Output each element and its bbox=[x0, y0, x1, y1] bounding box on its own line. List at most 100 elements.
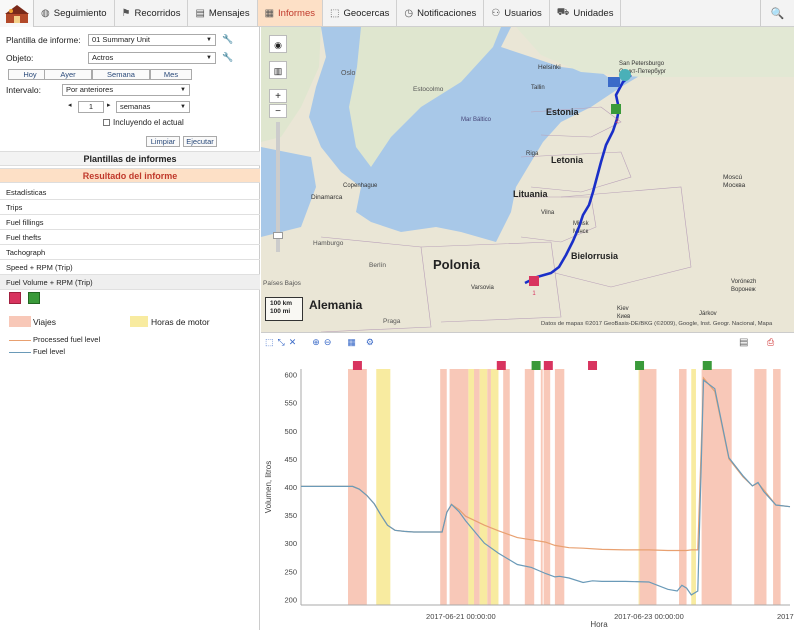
map-label: Estonia bbox=[546, 107, 580, 117]
object-settings-icon[interactable]: 🔧 bbox=[222, 52, 233, 63]
red-marker-icon[interactable] bbox=[9, 292, 21, 304]
chevron-down-icon: ▼ bbox=[180, 104, 186, 110]
map-label: Riga bbox=[526, 151, 539, 157]
map-label: Москва bbox=[723, 182, 746, 189]
route-start-marker[interactable] bbox=[529, 276, 539, 286]
map-label: Berlín bbox=[369, 262, 386, 269]
engine-band bbox=[490, 369, 499, 605]
engine-legend-label: Horas de motor bbox=[151, 317, 210, 327]
nav-item-geocercas[interactable]: ⬚ Geocercas bbox=[323, 0, 398, 26]
zoom-in-button[interactable]: + bbox=[269, 89, 287, 103]
engine-band bbox=[468, 369, 475, 605]
map-label: Vorónezh bbox=[731, 279, 756, 285]
include-current-label: Incluyendo el actual bbox=[113, 118, 184, 127]
eye-icon[interactable]: ◉ bbox=[269, 35, 287, 53]
search-icon[interactable]: 🔍 bbox=[760, 0, 794, 26]
week-button[interactable]: Semana bbox=[92, 69, 150, 80]
y-tick-label: 200 bbox=[284, 595, 297, 604]
run-button[interactable]: Ejecutar bbox=[183, 136, 217, 147]
zoom-slider-handle[interactable] bbox=[273, 232, 283, 239]
unit-position-marker[interactable] bbox=[619, 69, 631, 81]
y-tick-label: 400 bbox=[284, 483, 297, 492]
nav-item-label: Recorridos bbox=[134, 7, 181, 19]
y-tick-label: 500 bbox=[284, 427, 297, 436]
map-label: San Petersburgo bbox=[619, 61, 665, 67]
object-select[interactable]: Actros ▼ bbox=[88, 52, 216, 64]
chevron-down-icon: ▼ bbox=[180, 87, 186, 93]
yesterday-button[interactable]: Ayer bbox=[44, 69, 92, 80]
map-canvas: OsloHelsinki San PetersburgoСанкт-Петербу… bbox=[261, 27, 794, 332]
month-button[interactable]: Mes bbox=[150, 69, 192, 80]
x-axis-label: Hora bbox=[590, 620, 608, 629]
top-navigation: ◍ Seguimiento ⚑ Recorridos ▤ Mensajes ▦ Informe… bbox=[0, 0, 794, 27]
trip-band bbox=[440, 369, 447, 605]
result-header[interactable]: Resultado del informe bbox=[0, 168, 260, 183]
trip-band bbox=[701, 369, 732, 605]
include-current-checkbox[interactable] bbox=[103, 119, 110, 126]
templates-header[interactable]: Plantillas de informes bbox=[0, 151, 260, 166]
y-tick-label: 450 bbox=[284, 455, 297, 464]
nav-item-seguimiento[interactable]: ◍ Seguimiento bbox=[34, 0, 115, 26]
y-tick-label: 300 bbox=[284, 539, 297, 548]
red-event-marker bbox=[543, 361, 553, 370]
nav-item-usuarios[interactable]: ⚇ Usuarios bbox=[484, 0, 550, 26]
x-tick-label: 2017-06-21 00:00:00 bbox=[426, 612, 496, 621]
map-label: Dinamarca bbox=[311, 194, 343, 201]
interval-label: Intervalo: bbox=[6, 85, 41, 95]
fuel-marker[interactable] bbox=[611, 104, 621, 114]
users-icon: ⚇ bbox=[491, 7, 501, 19]
nav-item-unidades[interactable]: ⛟ Unidades bbox=[550, 0, 622, 26]
report-table-item[interactable]: Estadísticas bbox=[0, 185, 260, 200]
nav-item-label: Usuarios bbox=[504, 7, 542, 19]
map-label: Estocolmo bbox=[413, 86, 444, 93]
nav-item-label: Unidades bbox=[573, 7, 614, 19]
template-settings-icon[interactable]: 🔧 bbox=[222, 34, 233, 45]
object-label: Objeto: bbox=[6, 53, 34, 63]
decrement-arrow-icon[interactable]: ◂ bbox=[68, 101, 72, 109]
template-select[interactable]: 01 Summary Unit ▼ bbox=[88, 34, 216, 46]
x-tick-label: 2017-06-23 00:00:00 bbox=[614, 612, 684, 621]
map-label: Lituania bbox=[513, 189, 548, 199]
map-label: Helsinki bbox=[538, 64, 561, 71]
nav-item-mensajes[interactable]: ▤ Mensajes bbox=[188, 0, 258, 26]
zoom-out-button[interactable]: − bbox=[269, 104, 287, 118]
chart-panel: ⬚ ⤡ ✕ ⊕ ⊖ ▦ ⚙ ▤ ⎙ 200 250 300 350 400 450 500 5… bbox=[261, 332, 794, 630]
map-label: Polonia bbox=[433, 257, 481, 272]
map-label: Воронеж bbox=[731, 287, 756, 293]
flag-marker[interactable] bbox=[608, 77, 620, 87]
report-table-item[interactable]: Fuel fillings bbox=[0, 215, 260, 230]
report-table-item[interactable]: Trips bbox=[0, 200, 260, 215]
report-table-item[interactable]: Fuel thefts bbox=[0, 230, 260, 245]
map-label: Mar Báltico bbox=[461, 117, 492, 123]
layers-icon[interactable]: ▥ bbox=[269, 61, 287, 79]
x-tick-label: 2017 bbox=[777, 612, 794, 621]
interval-select[interactable]: Por anteriores ▼ bbox=[62, 84, 190, 96]
map-label: Países Bajos bbox=[263, 280, 302, 287]
nav-item-recorridos[interactable]: ⚑ Recorridos bbox=[115, 0, 189, 26]
globe-icon: ◍ bbox=[41, 7, 50, 19]
fuel-chart: 200 250 300 350 400 450 500 550 600 2017-06-21 00… bbox=[264, 361, 794, 629]
map[interactable]: Oslo Helsinki San Petersburgo Санкт-Петербу… bbox=[261, 27, 794, 332]
increment-arrow-icon[interactable]: ▸ bbox=[107, 101, 111, 109]
report-table-item[interactable]: Fuel Volume + RPM (Trip) bbox=[0, 275, 260, 290]
logo[interactable] bbox=[0, 0, 34, 27]
trip-band bbox=[554, 369, 565, 605]
map-label: Oslo bbox=[341, 70, 356, 77]
y-tick-label: 350 bbox=[284, 511, 297, 520]
map-label: Letonia bbox=[551, 155, 584, 165]
unit-select[interactable]: semanas ▼ bbox=[116, 101, 190, 113]
trips-swatch bbox=[9, 316, 31, 327]
nav-item-notificaciones[interactable]: ◷ Notificaciones bbox=[397, 0, 485, 26]
green-marker-icon[interactable] bbox=[28, 292, 40, 304]
nav-item-label: Geocercas bbox=[343, 7, 390, 19]
nav-item-label: Notificaciones bbox=[417, 7, 477, 19]
map-label: Hamburgo bbox=[313, 240, 344, 247]
nav-item-informes[interactable]: ▦ Informes bbox=[257, 0, 323, 26]
trips-legend-label: Viajes bbox=[33, 317, 56, 327]
trip-band bbox=[524, 369, 535, 605]
messages-icon: ▤ bbox=[195, 7, 205, 19]
count-input[interactable]: 1 bbox=[78, 101, 104, 113]
report-table-item[interactable]: Speed + RPM (Trip) bbox=[0, 260, 260, 275]
clear-button[interactable]: Limpiar bbox=[146, 136, 180, 147]
report-table-item[interactable]: Tachograph bbox=[0, 245, 260, 260]
